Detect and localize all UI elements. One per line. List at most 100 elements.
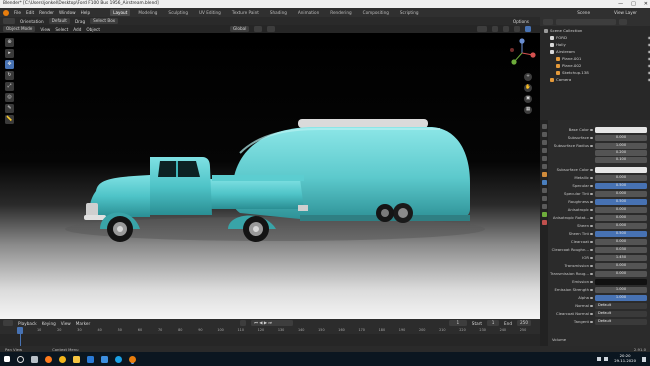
subsurface-radius-y-field[interactable]: 0.200 bbox=[595, 150, 647, 156]
render-tab-icon[interactable] bbox=[541, 132, 547, 137]
menu-file[interactable]: File bbox=[14, 10, 21, 15]
outliner-search-input[interactable] bbox=[556, 18, 616, 25]
tool-tab-icon[interactable] bbox=[541, 124, 547, 129]
task-view-icon[interactable] bbox=[31, 355, 38, 363]
ior-field[interactable]: 1.450 bbox=[595, 255, 647, 261]
close-button[interactable]: ✕ bbox=[644, 0, 648, 8]
alpha-field[interactable]: 1.000 bbox=[595, 295, 647, 301]
scene-tab-icon[interactable] bbox=[541, 156, 547, 161]
cursor-icon[interactable]: ⊕ bbox=[5, 38, 14, 47]
timeline-ruler[interactable]: 0102030405060708090100110120130140150160… bbox=[0, 327, 540, 334]
view-layer-tab-icon[interactable] bbox=[541, 148, 547, 153]
blender-logo-icon[interactable] bbox=[3, 9, 9, 16]
select-icon[interactable]: ▸ bbox=[5, 49, 14, 58]
view-layer-selector[interactable]: View Layer bbox=[614, 10, 637, 15]
auto-keying-toggle[interactable] bbox=[240, 320, 247, 326]
transform-icon[interactable]: ◎ bbox=[5, 93, 14, 102]
clock[interactable]: 20:20 29.11.2020 bbox=[614, 353, 636, 364]
tab-animation[interactable]: Animation bbox=[295, 9, 322, 16]
overlay-toggle[interactable] bbox=[477, 26, 487, 32]
subsurface-color-swatch[interactable] bbox=[595, 167, 647, 173]
viewport-menu-view[interactable]: View bbox=[40, 27, 50, 32]
filter-icon[interactable] bbox=[619, 18, 627, 25]
playback-controls[interactable]: ⏮ ◀ ▶ ⏭ bbox=[251, 320, 294, 326]
tab-sculpting[interactable]: Sculpting bbox=[165, 9, 191, 16]
roughness-field[interactable]: 0.500 bbox=[595, 199, 647, 205]
timeline-menu-view[interactable]: View bbox=[61, 321, 71, 326]
data-tab-icon[interactable] bbox=[541, 212, 547, 217]
navigation-gizmo[interactable] bbox=[508, 38, 536, 68]
move-icon[interactable]: ✥ bbox=[5, 60, 14, 69]
proportional-edit-toggle[interactable] bbox=[267, 26, 276, 32]
viewport-menu-object[interactable]: Object bbox=[86, 27, 100, 32]
emission-strength-field[interactable]: 1.000 bbox=[595, 287, 647, 293]
menu-render[interactable]: Render bbox=[39, 10, 54, 15]
specular-field[interactable]: 0.500 bbox=[595, 183, 647, 189]
timeline-menu-playback[interactable]: Playback bbox=[18, 321, 37, 326]
grid-icon[interactable]: ▦ bbox=[524, 106, 532, 114]
tray-icons[interactable] bbox=[597, 357, 609, 361]
clearcoat-roughness-field[interactable]: 0.030 bbox=[595, 247, 647, 253]
current-frame-field[interactable]: 1 bbox=[448, 320, 467, 326]
subsurface-radius-z-field[interactable]: 0.100 bbox=[595, 157, 647, 163]
outliner-row[interactable]: Camera ◉ bbox=[550, 77, 650, 83]
material-tab-icon[interactable] bbox=[541, 220, 547, 225]
outliner-row[interactable]: Plane.001 ◉ bbox=[556, 56, 650, 62]
viewport-menu-add[interactable]: Add bbox=[73, 27, 81, 32]
transmission-roughness-field[interactable]: 0.000 bbox=[595, 271, 647, 277]
subsurface-field[interactable]: 0.000 bbox=[595, 135, 647, 141]
volume-panel-header[interactable]: Volume bbox=[552, 336, 566, 343]
shading-rendered-button[interactable] bbox=[525, 26, 531, 32]
tab-compositing[interactable]: Compositing bbox=[360, 9, 392, 16]
zoom-icon[interactable]: + bbox=[524, 73, 532, 81]
object-tab-icon[interactable] bbox=[541, 172, 547, 177]
menu-window[interactable]: Window bbox=[59, 10, 76, 15]
explorer-icon[interactable] bbox=[73, 355, 80, 363]
emission-swatch[interactable] bbox=[595, 279, 647, 285]
outliner-row[interactable]: Sketchup.138 ◉ bbox=[556, 70, 650, 76]
start-frame-field[interactable]: 1 bbox=[487, 320, 500, 326]
outliner-row[interactable]: Plane.002 ◉ bbox=[556, 63, 650, 69]
snap-toggle[interactable] bbox=[254, 26, 263, 32]
anisotropic-field[interactable]: 0.000 bbox=[595, 207, 647, 213]
normal-field[interactable]: Default bbox=[595, 303, 647, 309]
end-frame-field[interactable]: 250 bbox=[517, 320, 531, 326]
tab-rendering[interactable]: Rendering bbox=[327, 9, 354, 16]
notification-icon[interactable] bbox=[642, 356, 646, 362]
sheen-tint-field[interactable]: 0.500 bbox=[595, 231, 647, 237]
shading-solid-button[interactable] bbox=[503, 26, 509, 32]
measure-icon[interactable]: 📏 bbox=[5, 115, 14, 124]
tab-modeling[interactable]: Modeling bbox=[135, 9, 160, 16]
tab-scripting[interactable]: Scripting bbox=[397, 9, 422, 16]
options-dropdown[interactable]: Options bbox=[513, 19, 529, 24]
3d-viewport[interactable] bbox=[0, 33, 540, 319]
playhead[interactable] bbox=[17, 327, 23, 334]
sheen-field[interactable]: 0.000 bbox=[595, 223, 647, 229]
shading-material-button[interactable] bbox=[514, 26, 520, 32]
scene-selector[interactable]: Scene bbox=[577, 10, 590, 15]
search-icon[interactable] bbox=[17, 355, 24, 363]
outliner-filter-dropdown[interactable] bbox=[543, 18, 553, 25]
specular-tint-field[interactable]: 0.000 bbox=[595, 191, 647, 197]
camera-icon[interactable]: ▣ bbox=[524, 95, 532, 103]
viewport-menu-select[interactable]: Select bbox=[55, 27, 68, 32]
outliner-row[interactable]: Scene Collection bbox=[544, 28, 650, 34]
outliner-row[interactable]: FORD ◉ bbox=[550, 35, 650, 41]
tab-layout[interactable]: Layout bbox=[110, 9, 131, 16]
menu-edit[interactable]: Edit bbox=[26, 10, 34, 15]
drag-dropdown[interactable]: Select Box bbox=[90, 18, 119, 24]
orientation-dropdown[interactable]: Default bbox=[48, 18, 70, 24]
tab-shading[interactable]: Shading bbox=[267, 9, 290, 16]
modifier-tab-icon[interactable] bbox=[541, 180, 547, 185]
base-color-swatch[interactable] bbox=[595, 127, 647, 133]
firefox-icon[interactable] bbox=[45, 355, 52, 363]
clearcoat-field[interactable]: 0.000 bbox=[595, 239, 647, 245]
subsurface-radius-x-field[interactable]: 1.000 bbox=[595, 143, 647, 149]
mode-dropdown[interactable]: Object Mode bbox=[3, 26, 36, 32]
output-tab-icon[interactable] bbox=[541, 140, 547, 145]
transform-orientation-dropdown[interactable]: Global bbox=[230, 26, 250, 32]
tab-texture-paint[interactable]: Texture Paint bbox=[229, 9, 262, 16]
transmission-field[interactable]: 0.000 bbox=[595, 263, 647, 269]
tangent-field[interactable]: Default bbox=[595, 319, 647, 325]
world-tab-icon[interactable] bbox=[541, 164, 547, 169]
